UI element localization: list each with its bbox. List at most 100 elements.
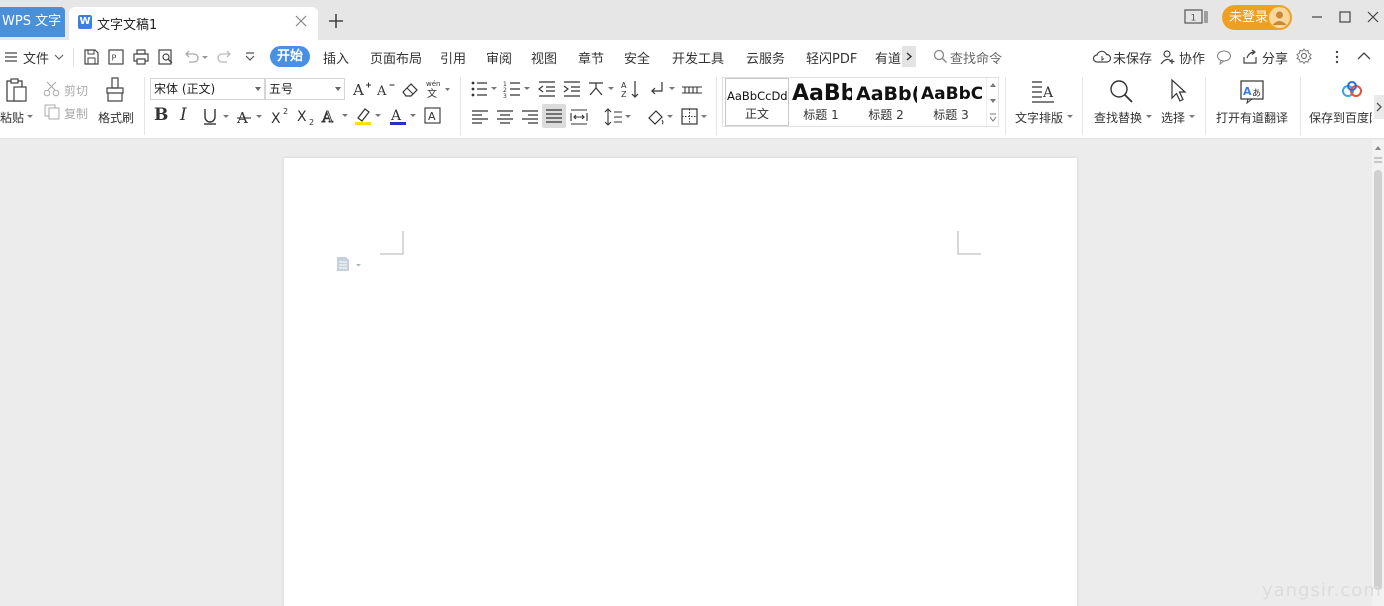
search-command[interactable]: 查找命令 [950, 48, 1002, 67]
tab-pdf[interactable]: 轻闪PDF [806, 48, 857, 67]
more-tabs-button[interactable] [902, 46, 916, 67]
bold-button[interactable]: B [154, 105, 168, 125]
find-replace-button[interactable]: 查找替换 [1094, 109, 1142, 126]
export-pdf-icon[interactable]: P [107, 48, 125, 66]
tab-page-layout[interactable]: 页面布局 [370, 48, 422, 67]
print-icon[interactable] [132, 48, 150, 66]
chinese-layout-icon[interactable] [587, 79, 617, 99]
unsaved-status[interactable]: 未保存 [1113, 48, 1152, 67]
hamburger-icon[interactable] [3, 49, 19, 65]
undo-dropdown-icon[interactable] [200, 52, 210, 62]
cursor-icon[interactable] [1168, 78, 1190, 104]
tab-developer[interactable]: 开发工具 [672, 48, 724, 67]
tab-review[interactable]: 审阅 [486, 48, 512, 67]
cut-button[interactable]: 剪切 [64, 82, 88, 99]
justify-button[interactable] [542, 104, 566, 128]
chevron-up-icon[interactable] [1374, 144, 1382, 152]
tab-view[interactable]: 视图 [531, 48, 557, 67]
minimize-icon[interactable] [1309, 9, 1325, 25]
translate-icon[interactable]: Aあ [1239, 78, 1265, 104]
tab-security[interactable]: 安全 [624, 48, 650, 67]
document-tab[interactable]: W 文字文稿1 [69, 7, 318, 40]
document-page[interactable] [284, 158, 1077, 606]
copy-button[interactable]: 复制 [64, 105, 88, 122]
align-left-icon[interactable] [470, 107, 490, 127]
distribute-icon[interactable] [569, 107, 589, 127]
font-name-select[interactable]: 宋体 (正文) [150, 78, 265, 100]
sort-icon[interactable]: AZ [621, 79, 641, 99]
chevron-down-icon[interactable] [1066, 113, 1074, 121]
line-spacing-icon[interactable] [604, 107, 634, 127]
window-layout-icon[interactable]: 1 [1184, 8, 1208, 26]
vertical-scrollbar[interactable] [1372, 140, 1384, 606]
tab-youdao[interactable]: 有道 [875, 48, 901, 67]
settings-icon[interactable] [1296, 48, 1312, 64]
align-center-icon[interactable] [495, 107, 515, 127]
scrollbar-thumb[interactable] [1374, 170, 1382, 590]
style-heading-2[interactable]: AaBb( 标题 2 [854, 78, 918, 126]
text-layout-icon[interactable]: A [1030, 78, 1056, 104]
tab-cloud[interactable]: 云服务 [746, 48, 785, 67]
font-size-select[interactable]: 五号 [265, 78, 345, 100]
find-replace-icon[interactable] [1108, 78, 1134, 104]
file-menu[interactable]: 文件 [23, 48, 49, 67]
grow-font-icon[interactable]: A [352, 79, 372, 99]
chevron-down-icon[interactable] [1145, 113, 1153, 121]
strikethrough-icon[interactable]: A [236, 107, 266, 127]
tab-start[interactable]: 开始 [270, 46, 310, 67]
shading-icon[interactable] [646, 107, 676, 127]
clear-format-icon[interactable] [400, 79, 420, 99]
chevron-down-icon[interactable] [989, 97, 997, 105]
text-effect-icon[interactable]: A [321, 106, 351, 126]
ribbon-scroll-right[interactable] [1374, 95, 1384, 119]
superscript-icon[interactable]: X2 [270, 106, 292, 126]
paste-dropdown-icon[interactable] [26, 113, 34, 121]
text-layout-button[interactable]: 文字排版 [1015, 109, 1063, 126]
baidu-cloud-icon[interactable] [1339, 78, 1365, 104]
print-preview-icon[interactable] [157, 48, 175, 66]
style-heading-3[interactable]: AaBbC 标题 3 [919, 78, 983, 126]
format-painter-button[interactable]: 格式刷 [98, 109, 134, 126]
expand-styles-icon[interactable] [989, 113, 997, 122]
italic-button[interactable]: I [180, 105, 187, 125]
customize-qa-icon[interactable] [243, 51, 257, 63]
chevron-up-icon[interactable] [989, 81, 997, 89]
decrease-indent-icon[interactable] [537, 79, 557, 99]
tab-chapter[interactable]: 章节 [578, 48, 604, 67]
maximize-icon[interactable] [1337, 9, 1353, 25]
subscript-icon[interactable]: X2 [296, 106, 318, 126]
chevron-down-icon[interactable] [53, 52, 65, 62]
collapse-ribbon-icon[interactable] [1356, 50, 1372, 62]
close-tab-icon[interactable] [293, 13, 309, 29]
save-to-baidu-button[interactable]: 保存到百度网 [1309, 109, 1372, 126]
paste-icon[interactable] [4, 77, 28, 103]
collaborate-button[interactable]: 协作 [1179, 48, 1205, 67]
select-button[interactable]: 选择 [1161, 109, 1185, 126]
undo-icon[interactable] [182, 48, 200, 66]
highlight-icon[interactable] [354, 106, 384, 126]
more-options-icon[interactable] [1332, 49, 1342, 65]
close-window-icon[interactable] [1365, 9, 1381, 25]
new-tab-icon[interactable] [326, 11, 346, 31]
pinyin-guide-icon[interactable]: wén文 [425, 78, 451, 98]
login-button[interactable]: 未登录 [1222, 5, 1292, 30]
numbered-list-icon[interactable]: 123 [503, 79, 533, 99]
save-icon[interactable] [82, 48, 100, 66]
redo-icon[interactable] [216, 48, 234, 66]
translate-button[interactable]: 打开有道翻译 [1216, 109, 1288, 126]
increase-indent-icon[interactable] [562, 79, 582, 99]
chevron-down-icon[interactable] [1188, 113, 1196, 121]
table-tools-icon[interactable] [681, 79, 703, 99]
app-tab[interactable]: WPS 文字 [0, 7, 65, 37]
scroll-split-icon[interactable] [1373, 155, 1383, 165]
paragraph-layout-icon[interactable] [336, 256, 364, 272]
comment-icon[interactable] [1216, 49, 1232, 65]
style-heading-1[interactable]: AaBb 标题 1 [790, 78, 852, 126]
borders-icon[interactable] [680, 107, 710, 127]
format-painter-icon[interactable] [104, 77, 126, 103]
align-right-icon[interactable] [520, 107, 540, 127]
show-marks-icon[interactable] [648, 79, 678, 99]
underline-icon[interactable] [202, 107, 232, 127]
tab-references[interactable]: 引用 [440, 48, 466, 67]
styles-scroll[interactable] [986, 78, 998, 126]
